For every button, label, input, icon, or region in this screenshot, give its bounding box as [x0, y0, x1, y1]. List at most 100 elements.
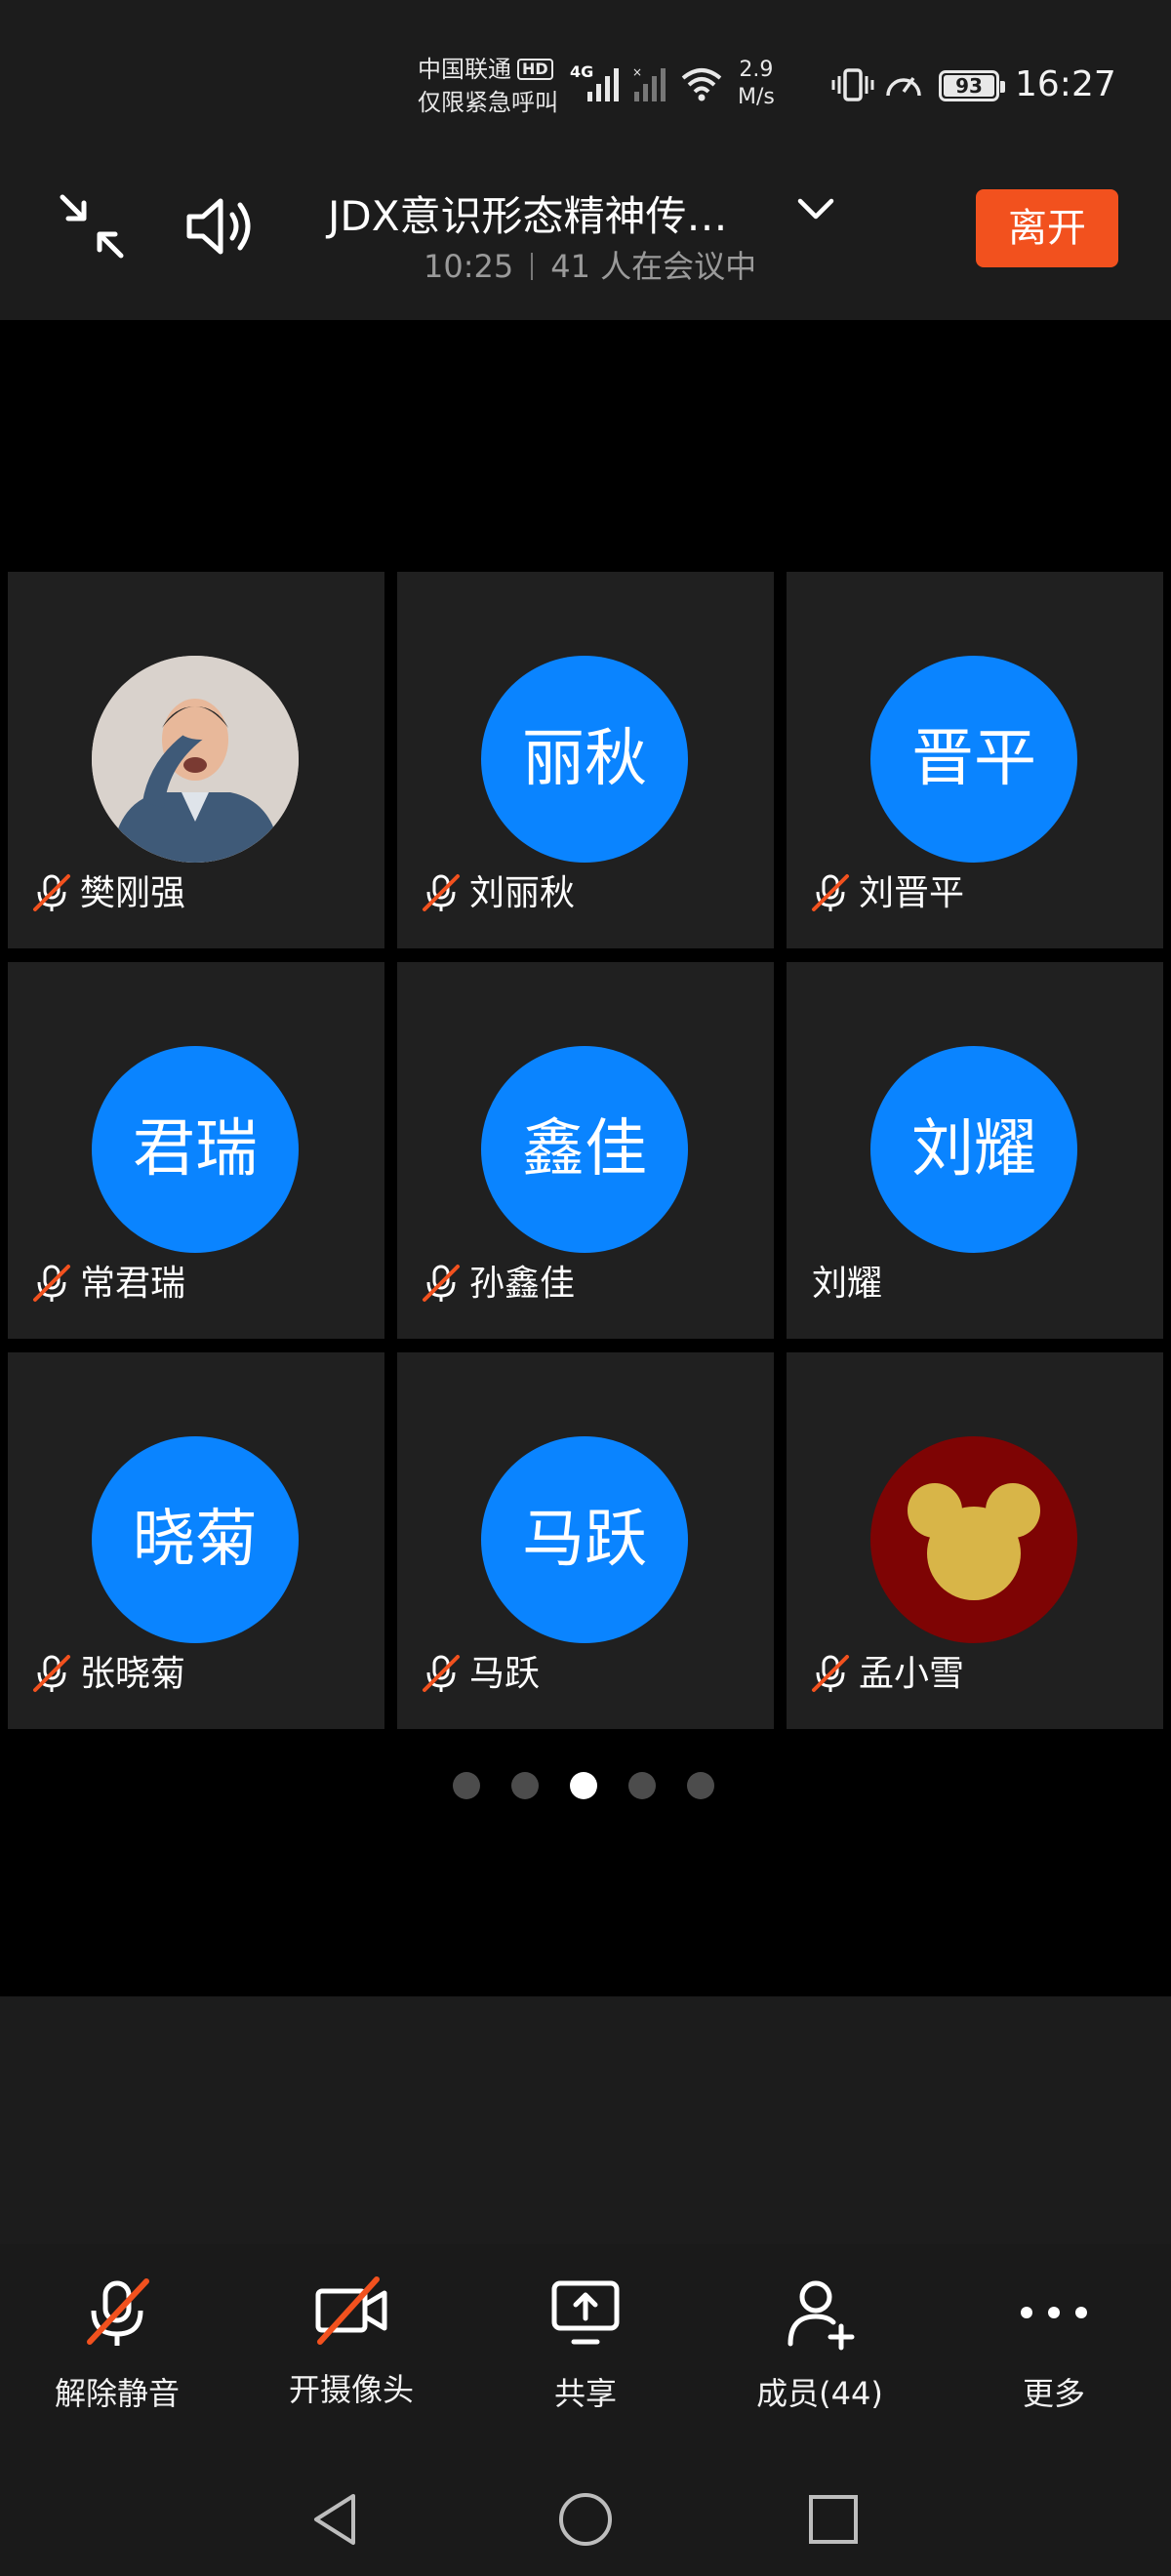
carrier-info: 中国联通 HD 仅限紧急呼叫 [418, 53, 558, 119]
speaker-icon[interactable] [183, 189, 262, 263]
participant-count: 41 人在会议中 [550, 248, 757, 285]
hd-badge: HD [517, 59, 553, 80]
mic-muted-icon [423, 1265, 460, 1302]
mic-muted-icon [33, 874, 70, 911]
participant-name-line: 马跃 [421, 1653, 540, 1696]
participant-name-line: 孟小雪 [810, 1653, 964, 1696]
status-bar: 中国联通 HD 仅限紧急呼叫 4G × 2.9 M/s 93 16:27 [0, 0, 1171, 166]
participant-tile[interactable]: 马跃 马跃 [397, 1352, 774, 1729]
participant-name-line: 樊刚强 [31, 872, 185, 915]
more-button[interactable]: 更多 [956, 2274, 1151, 2414]
participant-tile[interactable]: 君瑞 常君瑞 [8, 962, 384, 1339]
participant-name-line: 刘丽秋 [421, 872, 575, 915]
mickey-ears-icon [908, 1483, 1040, 1600]
leave-button[interactable]: 离开 [976, 189, 1118, 267]
speedometer-icon [886, 76, 921, 97]
avatar-initials: 晓菊 [92, 1436, 299, 1643]
mic-muted-icon [423, 874, 460, 911]
participant-name: 张晓菊 [80, 1654, 186, 1694]
avatar-initials: 刘耀 [870, 1046, 1077, 1253]
svg-text:×: × [632, 65, 642, 79]
participant-tile[interactable]: 孟小雪 [787, 1352, 1163, 1729]
avatar-initials: 晋平 [870, 656, 1077, 863]
unmute-button[interactable]: 解除静音 [20, 2274, 215, 2414]
participant-name: 常君瑞 [80, 1264, 186, 1304]
avatar-initials: 丽秋 [481, 656, 688, 863]
signal-icon [587, 68, 619, 101]
battery-indicator: 93 [939, 70, 1005, 101]
meeting-toolbar: 解除静音 开摄像头 共享 成员(44) 更多 [0, 2244, 1171, 2449]
meeting-elapsed: 10:25 [424, 248, 514, 285]
mic-muted-icon [33, 1655, 70, 1692]
participant-tile[interactable]: 刘耀 刘耀 [787, 962, 1163, 1339]
more-label: 更多 [1022, 2375, 1085, 2412]
participant-grid: 樊刚强 丽秋 刘丽秋 晋平 刘晋平 君瑞 常君瑞 鑫佳 孙鑫佳 刘耀 刘耀 晓菊… [8, 572, 1163, 1729]
avatar-initials: 君瑞 [92, 1046, 299, 1253]
members-label: 成员(44) [756, 2375, 883, 2412]
participant-tile[interactable]: 樊刚强 [8, 572, 384, 948]
camera-off-icon [315, 2276, 387, 2345]
unmute-label: 解除静音 [54, 2375, 180, 2412]
meeting-title[interactable]: JDX意识形态精神传… [328, 183, 728, 243]
add-member-icon [787, 2280, 855, 2351]
carrier-name: 中国联通 [418, 56, 511, 83]
network-speed: 2.9 M/s [738, 57, 775, 111]
camera-label: 开摄像头 [288, 2371, 414, 2408]
page-dot[interactable] [687, 1772, 714, 1799]
divider [531, 253, 534, 280]
participant-tile[interactable]: 丽秋 刘丽秋 [397, 572, 774, 948]
share-button[interactable]: 共享 [488, 2274, 683, 2414]
participant-name: 刘耀 [812, 1264, 883, 1304]
chevron-down-icon[interactable] [792, 193, 839, 228]
meeting-header: JDX意识形态精神传… 10:25 41 人在会议中 离开 [0, 166, 1171, 320]
speed-unit: M/s [738, 85, 775, 109]
participant-name: 孟小雪 [859, 1654, 965, 1694]
vibrate-icon [831, 68, 874, 101]
battery-level: 93 [955, 74, 983, 98]
avatar-photo [92, 656, 299, 863]
exit-fullscreen-icon[interactable] [55, 189, 129, 263]
wifi-icon [681, 68, 722, 101]
page-dot[interactable] [628, 1772, 656, 1799]
participant-name: 刘晋平 [859, 873, 965, 913]
participant-name-line: 刘耀 [812, 1263, 882, 1306]
participant-name: 刘丽秋 [469, 873, 576, 913]
participant-name-line: 孙鑫佳 [421, 1263, 575, 1306]
meeting-subtitle: 10:25 41 人在会议中 [424, 242, 756, 287]
participant-tile[interactable]: 鑫佳 孙鑫佳 [397, 962, 774, 1339]
participant-name-line: 常君瑞 [31, 1263, 185, 1306]
page-dot-active[interactable] [570, 1772, 597, 1799]
page-indicator [447, 1772, 740, 1801]
lower-band [0, 1996, 1171, 2244]
nav-recents-icon[interactable] [806, 2492, 861, 2547]
page-dot[interactable] [511, 1772, 539, 1799]
person-photo-icon [92, 656, 299, 863]
nav-home-icon[interactable] [556, 2490, 615, 2549]
participant-name-line: 张晓菊 [31, 1653, 185, 1696]
mic-muted-icon [812, 874, 849, 911]
mic-muted-icon [812, 1655, 849, 1692]
nav-back-icon[interactable] [306, 2490, 365, 2549]
speed-value: 2.9 [739, 58, 774, 82]
system-nav-bar [0, 2449, 1171, 2576]
mic-muted-icon [87, 2278, 149, 2346]
participant-name: 樊刚强 [80, 873, 186, 913]
signal-2-icon: × [632, 65, 666, 101]
participant-name: 马跃 [469, 1654, 541, 1694]
avatar-initials: 马跃 [481, 1436, 688, 1643]
participant-tile[interactable]: 晓菊 张晓菊 [8, 1352, 384, 1729]
mic-muted-icon [423, 1655, 460, 1692]
participant-name-line: 刘晋平 [810, 872, 964, 915]
share-label: 共享 [553, 2375, 617, 2412]
clock: 16:27 [1015, 64, 1116, 104]
participant-tile[interactable]: 晋平 刘晋平 [787, 572, 1163, 948]
avatar-image [870, 1436, 1077, 1643]
page-dot[interactable] [453, 1772, 480, 1799]
participant-name: 孙鑫佳 [469, 1264, 576, 1304]
camera-button[interactable]: 开摄像头 [254, 2274, 449, 2410]
mic-muted-icon [33, 1265, 70, 1302]
share-screen-icon [551, 2280, 620, 2345]
more-dots-icon [1021, 2307, 1087, 2318]
avatar-initials: 鑫佳 [481, 1046, 688, 1253]
members-button[interactable]: 成员(44) [722, 2274, 917, 2414]
